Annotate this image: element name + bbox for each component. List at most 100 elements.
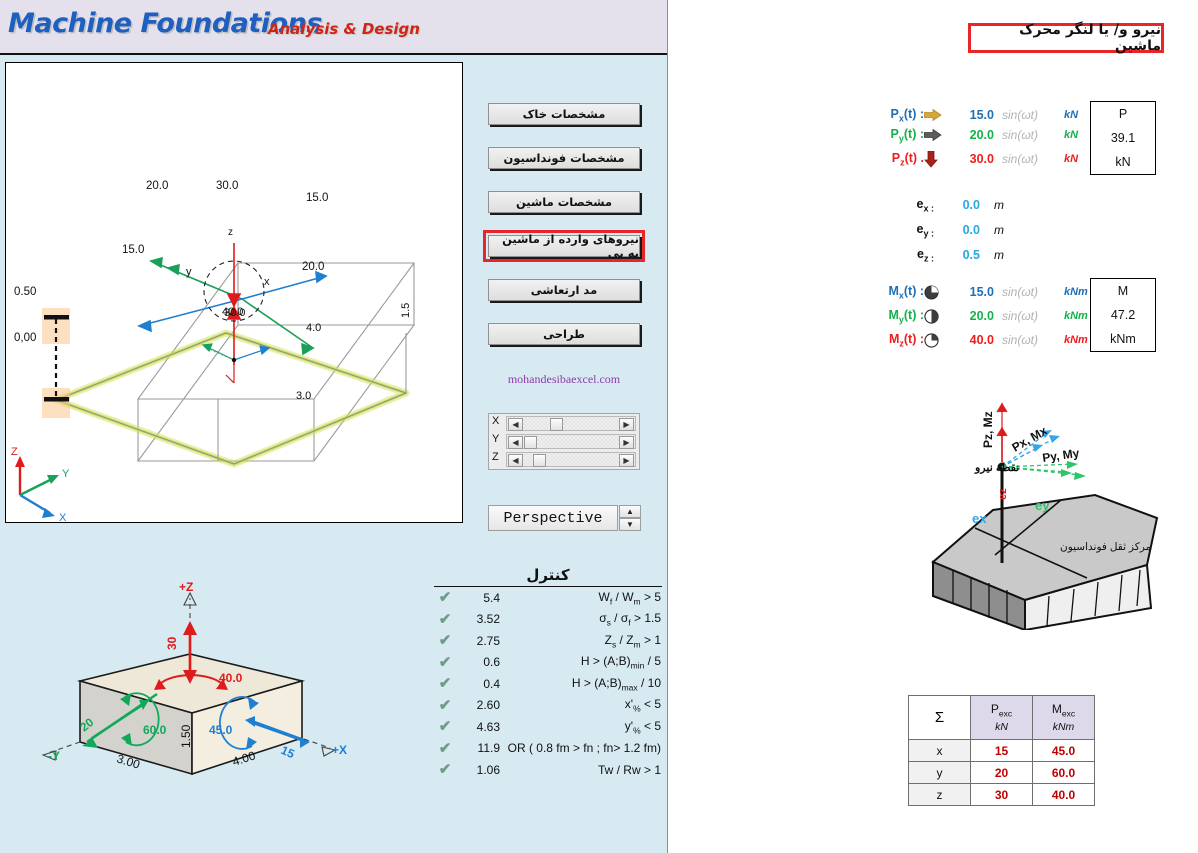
eccentricity-row-ex: ex : 0.0 m [862, 196, 1004, 214]
svg-text:+X: +X [332, 743, 347, 757]
label-ey: ey [1035, 498, 1050, 513]
svg-text:y: y [186, 266, 192, 278]
control-formula: H > (A;B)max / 10 [571, 675, 661, 692]
projection-mode-select[interactable]: Perspective [488, 505, 618, 531]
projection-spinner[interactable]: ▲ ▼ [619, 505, 641, 531]
scrollbar-track-z[interactable]: ◀ ▶ [506, 452, 636, 467]
control-formula: Zs / Zm > 1 [604, 632, 661, 649]
scroll-left-icon[interactable]: ◀ [508, 436, 523, 449]
column-header-mexc: Mexc kNm [1032, 695, 1095, 740]
scroll-right-icon[interactable]: ▶ [619, 454, 634, 467]
svg-text:1.50: 1.50 [179, 724, 193, 748]
spinner-down-icon[interactable]: ▼ [619, 518, 641, 531]
perspective-3d-canvas[interactable]: 20.0 30.0 15.0 15.0 20.0 40.0 30.0 y x z… [5, 62, 463, 523]
sidebar-item-machine-forces-on-foundation[interactable]: نیروهای وارده از ماشین به پی [483, 230, 645, 262]
eccentricity-value-ey[interactable]: 0.0 [934, 223, 980, 237]
force-label-pz: Pz(t) . [891, 150, 924, 168]
svg-text:x: x [264, 276, 270, 288]
control-row: ✔ 5.4 Wf / Wm > 5 [434, 587, 666, 609]
column-header-pexc: Pexc kN [970, 695, 1033, 740]
sigma-cell: Σ [908, 695, 971, 740]
perspective-3d-drawing: 20.0 30.0 15.0 15.0 20.0 40.0 30.0 y x z… [11, 180, 416, 521]
scroll-right-icon[interactable]: ▶ [619, 436, 634, 449]
force-sin-pz: sin(ωt) [1002, 152, 1039, 166]
control-value: 2.75 [476, 633, 500, 648]
eccentricity-value-ez[interactable]: 0.5 [934, 248, 980, 262]
pie-three-quarter-icon [924, 284, 948, 300]
moment-unit-mz: kNm [1064, 334, 1088, 346]
control-value: 5.4 [483, 590, 500, 605]
force-sin-py: sin(ωt) [1002, 128, 1039, 142]
svg-text:X: X [59, 512, 67, 521]
cell-m-x: 45.0 [1032, 739, 1095, 762]
svg-text:45.0: 45.0 [209, 723, 233, 737]
arrow-right-gray-icon [924, 129, 948, 141]
control-row: ✔ 2.75 Zs / Zm > 1 [434, 630, 666, 652]
label-py-my: Py, My [1041, 446, 1080, 465]
svg-text:3.0: 3.0 [296, 390, 311, 402]
force-label-px: Px(t) : [890, 106, 924, 124]
rotation-slider-z[interactable]: Z ◀ ▶ [489, 451, 641, 468]
moment-value-my: 20.0 [969, 309, 994, 323]
label-ex: ex [972, 511, 987, 526]
scrollbar-track-y[interactable]: ◀ ▶ [506, 434, 636, 449]
scroll-left-icon[interactable]: ◀ [508, 454, 523, 467]
force-unit-py: kN [1064, 129, 1079, 141]
check-icon: ✔ [438, 761, 452, 779]
svg-text:4.0: 4.0 [306, 322, 321, 334]
check-icon: ✔ [438, 589, 452, 607]
table-row: y 20 60.0 [908, 761, 1095, 784]
sidebar-item-foundation-properties[interactable]: مشخصات فونداسیون [488, 147, 640, 169]
force-value-px: 15.0 [969, 108, 994, 122]
arrow-right-gold-icon [924, 109, 948, 121]
control-row: ✔ 3.52 σs / σf > 1.5 [434, 609, 666, 631]
scrollbar-thumb-y[interactable] [524, 436, 537, 449]
force-value-py: 20.0 [969, 128, 994, 142]
svg-text:1.5: 1.5 [400, 303, 412, 318]
rotation-slider-x[interactable]: X ◀ ▶ [489, 415, 641, 432]
spinner-up-icon[interactable]: ▲ [619, 505, 641, 518]
check-icon: ✔ [438, 632, 452, 650]
scrollbar-track-x[interactable]: ◀ ▶ [506, 416, 636, 431]
sidebar-item-vibration-mode[interactable]: مد ارتعاشی [488, 279, 640, 301]
control-value: 4.63 [476, 719, 500, 734]
website-link[interactable]: mohandesibaexcel.com [488, 372, 640, 387]
foundation-block-diagram: +Z +X -Y 30 40.0 20 60.0 15 45.0 1.50 3.… [12, 566, 372, 816]
resultant-moment-title: M [1117, 284, 1129, 298]
scroll-left-icon[interactable]: ◀ [508, 418, 523, 431]
force-label-py: Py(t) : [890, 126, 924, 144]
sidebar-item-soil-properties[interactable]: مشخصات خاک [488, 103, 640, 125]
scrollbar-thumb-z[interactable] [533, 454, 546, 467]
resultant-moment-value: 47.2 [1110, 308, 1136, 322]
moment-sin-my: sin(ωt) [1002, 309, 1039, 323]
sidebar-item-label: مد ارتعاشی [530, 283, 598, 297]
check-icon: ✔ [438, 718, 452, 736]
moment-unit-mx: kNm [1064, 286, 1088, 298]
scrollbar-thumb-x[interactable] [550, 418, 563, 431]
moment-row-mx: Mx(t) : 15.0 sin(ωt) kNm [862, 283, 1088, 301]
control-formula: Tw / Rw > 1 [597, 762, 661, 777]
control-formula: Wf / Wm > 5 [598, 589, 661, 606]
control-value: 3.52 [476, 612, 500, 627]
sidebar-item-label: مشخصات ماشین [515, 195, 613, 209]
svg-text:40.0: 40.0 [219, 671, 243, 685]
svg-text:z: z [228, 227, 233, 238]
eccentricity-label-ez: ez : [917, 246, 934, 264]
svg-text:30.0: 30.0 [224, 307, 245, 319]
control-panel-title: کنترل [434, 566, 662, 587]
check-icon: ✔ [438, 696, 452, 714]
moment-row-mz: Mz(t) : 40.0 sin(ωt) kNm [862, 331, 1088, 349]
forces-panel-title: نیرو و/ یا لنگر محرک ماشین [968, 22, 1164, 54]
moment-label-my: My(t) : [888, 307, 924, 325]
sidebar-item-machine-properties[interactable]: مشخصات ماشین [488, 191, 640, 213]
sidebar-item-label: نیروهای وارده از ماشین به پی [502, 232, 639, 260]
scroll-right-icon[interactable]: ▶ [619, 418, 634, 431]
svg-text:+Z: +Z [179, 580, 193, 594]
control-checks-panel: کنترل ✔ 5.4 Wf / Wm > 5 ✔ 3.52 σs / σf > 1.5 ✔… [434, 566, 666, 781]
sidebar-item-design[interactable]: طراحی [488, 323, 640, 345]
svg-text:20.0: 20.0 [146, 180, 168, 192]
eccentricity-value-ex[interactable]: 0.0 [934, 198, 980, 212]
row-axis-x: x [908, 739, 971, 762]
rotation-slider-y[interactable]: Y ◀ ▶ [489, 433, 641, 450]
rotation-axis-label-z: Z [492, 451, 499, 463]
